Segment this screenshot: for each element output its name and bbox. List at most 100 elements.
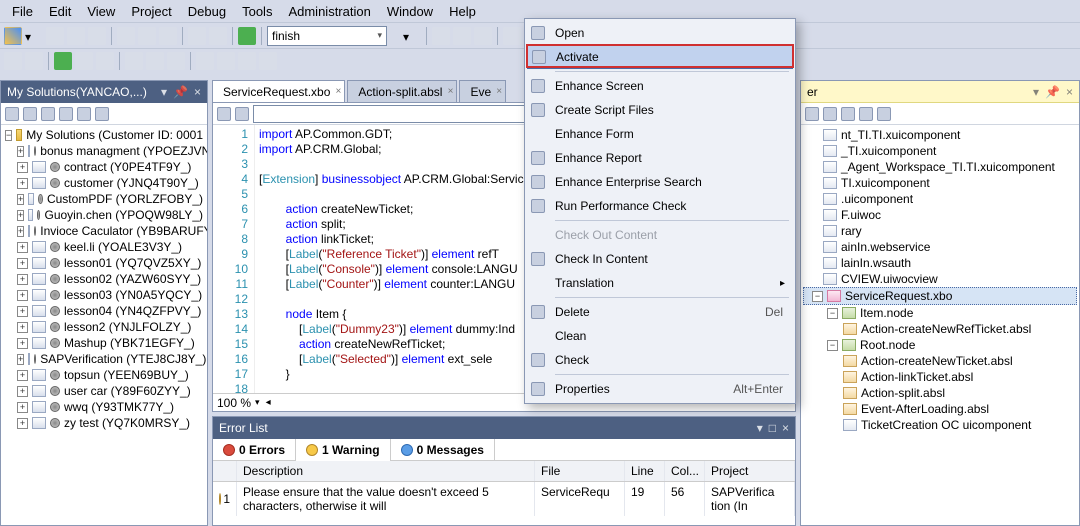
expand-icon[interactable]: +: [17, 354, 24, 365]
config-combo[interactable]: finish: [267, 26, 387, 46]
explorer-item[interactable]: nt_TI.TI.xuicomponent: [803, 127, 1077, 143]
explorer-item[interactable]: _TI.xuicomponent: [803, 143, 1077, 159]
solution-item[interactable]: +lesson2 (YNJLFOLZY_): [3, 319, 205, 335]
toolbar-icon[interactable]: [503, 27, 521, 45]
menu-view[interactable]: View: [79, 1, 123, 22]
expand-icon[interactable]: +: [17, 306, 28, 317]
close-icon[interactable]: ×: [496, 86, 502, 97]
exp-tool-icon[interactable]: [823, 107, 837, 121]
paste-icon[interactable]: [159, 27, 177, 45]
document-tab[interactable]: Eve×: [459, 80, 506, 102]
toolbar-icon[interactable]: [25, 52, 43, 70]
ctx-clean[interactable]: Clean: [527, 324, 793, 348]
copy-icon[interactable]: [138, 27, 156, 45]
explorer-tree[interactable]: nt_TI.TI.xuicomponent_TI.xuicomponent_Ag…: [801, 125, 1079, 525]
ctx-enhance-screen[interactable]: Enhance Screen: [527, 74, 793, 98]
solution-item[interactable]: +user car (Y89F60ZYY_): [3, 383, 205, 399]
menu-file[interactable]: File: [4, 1, 41, 22]
explorer-subitem[interactable]: TicketCreation OC uicomponent: [803, 417, 1077, 433]
sol-tool-icon[interactable]: [95, 107, 109, 121]
collapse-icon[interactable]: −: [827, 308, 838, 319]
solution-item[interactable]: +keel.li (YOALE3V3Y_): [3, 239, 205, 255]
solution-item[interactable]: +lesson04 (YN4QZFPVY_): [3, 303, 205, 319]
close-icon[interactable]: ×: [782, 421, 789, 435]
close-icon[interactable]: ×: [194, 85, 201, 99]
collapse-icon[interactable]: −: [827, 340, 838, 351]
collapse-icon[interactable]: −: [812, 291, 823, 302]
expand-icon[interactable]: +: [17, 242, 28, 253]
expand-icon[interactable]: +: [17, 258, 28, 269]
toolbar-icon[interactable]: [217, 52, 235, 70]
menu-debug[interactable]: Debug: [180, 1, 234, 22]
messages-tab[interactable]: 0 Messages: [391, 439, 495, 461]
ctx-create-script-files[interactable]: Create Script Files: [527, 98, 793, 122]
warnings-tab[interactable]: 1 Warning: [296, 439, 391, 461]
explorer-item[interactable]: F.uiwoc: [803, 207, 1077, 223]
expand-icon[interactable]: +: [17, 370, 28, 381]
sol-tool-icon[interactable]: [23, 107, 37, 121]
explorer-subitem[interactable]: Action-createNewRefTicket.absl: [803, 321, 1077, 337]
ctx-activate[interactable]: Activate: [527, 45, 793, 69]
explorer-item[interactable]: CVIEW.uiwocview: [803, 271, 1077, 287]
ctx-enhance-enterprise-search[interactable]: Enhance Enterprise Search: [527, 170, 793, 194]
play-icon[interactable]: [54, 52, 72, 70]
solution-item[interactable]: +lesson03 (YN0A5YQCY_): [3, 287, 205, 303]
expand-icon[interactable]: +: [17, 162, 28, 173]
pause-icon[interactable]: [75, 52, 93, 70]
nav-fwd-icon[interactable]: [235, 107, 249, 121]
expand-icon[interactable]: +: [17, 418, 28, 429]
menu-edit[interactable]: Edit: [41, 1, 79, 22]
explorer-item[interactable]: rary: [803, 223, 1077, 239]
refresh-icon[interactable]: [5, 107, 19, 121]
explorer-subitem[interactable]: Action-createNewTicket.absl: [803, 353, 1077, 369]
menu-administration[interactable]: Administration: [280, 1, 378, 22]
explorer-subitem[interactable]: −Item.node: [803, 305, 1077, 321]
solution-item[interactable]: +wwq (Y93TMK77Y_): [3, 399, 205, 415]
save-icon[interactable]: [67, 27, 85, 45]
ctx-check-in-content[interactable]: Check In Content: [527, 247, 793, 271]
pin-icon[interactable]: ▾: [161, 85, 167, 99]
undo-icon[interactable]: [188, 27, 206, 45]
expand-icon[interactable]: +: [17, 402, 28, 413]
solution-item[interactable]: +lesson02 (YAZW60SYY_): [3, 271, 205, 287]
solutions-root[interactable]: −My Solutions (Customer ID: 0001: [3, 127, 205, 143]
exp-tool-icon[interactable]: [805, 107, 819, 121]
new-project-icon[interactable]: [4, 27, 22, 45]
ctx-check[interactable]: Check: [527, 348, 793, 372]
step-icon[interactable]: [167, 52, 185, 70]
solution-item[interactable]: +zy test (YQ7K0MRSY_): [3, 415, 205, 431]
ctx-enhance-form[interactable]: Enhance Form: [527, 122, 793, 146]
ctx-enhance-report[interactable]: Enhance Report: [527, 146, 793, 170]
step-icon[interactable]: [125, 52, 143, 70]
explorer-item[interactable]: ainIn.webservice: [803, 239, 1077, 255]
expand-icon[interactable]: +: [17, 146, 24, 157]
ctx-translation[interactable]: Translation: [527, 271, 793, 295]
menu-project[interactable]: Project: [123, 1, 179, 22]
explorer-subitem[interactable]: Action-split.absl: [803, 385, 1077, 401]
run-icon[interactable]: [238, 27, 256, 45]
step-icon[interactable]: [146, 52, 164, 70]
solution-item[interactable]: +bonus managment (YPOEZJVN: [3, 143, 205, 159]
close-icon[interactable]: ×: [1066, 85, 1073, 99]
solution-item[interactable]: +Guoyin.chen (YPOQW98LY_): [3, 207, 205, 223]
sol-tool-icon[interactable]: [59, 107, 73, 121]
toolbar-icon[interactable]: [4, 52, 22, 70]
expand-icon[interactable]: +: [17, 194, 24, 205]
close-icon[interactable]: ×: [448, 86, 454, 97]
nav-back-icon[interactable]: [217, 107, 231, 121]
expand-icon[interactable]: +: [17, 274, 28, 285]
solution-item[interactable]: +Mashup (YBK71EGFY_): [3, 335, 205, 351]
error-row[interactable]: 1Please ensure that the value doesn't ex…: [213, 482, 795, 516]
explorer-subitem[interactable]: −Root.node: [803, 337, 1077, 353]
toolbar-icon[interactable]: [259, 52, 277, 70]
solution-item[interactable]: +SAPVerification (YTEJ8CJ8Y_): [3, 351, 205, 367]
close-icon[interactable]: ×: [336, 86, 342, 97]
ctx-run-performance-check[interactable]: Run Performance Check: [527, 194, 793, 218]
sol-tool-icon[interactable]: [77, 107, 91, 121]
exp-tool-icon[interactable]: [841, 107, 855, 121]
toolbar-icon[interactable]: [432, 27, 450, 45]
toolbar-icon[interactable]: [196, 52, 214, 70]
sol-tool-icon[interactable]: [41, 107, 55, 121]
toolbar-icon[interactable]: [474, 27, 492, 45]
error-grid[interactable]: Description File Line Col... Project 1Pl…: [213, 461, 795, 525]
